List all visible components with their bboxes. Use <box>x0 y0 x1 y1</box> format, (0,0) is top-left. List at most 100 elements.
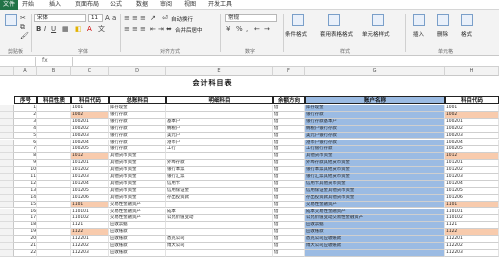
cell-nature[interactable] <box>37 236 71 243</box>
cell-seq[interactable]: 6 <box>14 139 37 147</box>
cell-detail[interactable] <box>166 229 273 237</box>
cell-code[interactable]: 100205 <box>71 146 109 154</box>
cell-nature[interactable] <box>37 187 71 195</box>
cell-code-2[interactable]: 1012 <box>445 153 499 161</box>
row-header[interactable] <box>0 208 14 216</box>
cell-nature[interactable] <box>37 180 71 188</box>
paste-icon[interactable] <box>5 14 17 26</box>
row-header[interactable] <box>0 180 14 188</box>
cell-detail[interactable]: 美元户 <box>166 132 273 140</box>
cell-general[interactable]: 库存现金 <box>109 105 166 112</box>
tab-view[interactable]: 视图 <box>184 0 196 10</box>
align-bottom-icon[interactable]: ≡ <box>140 14 146 22</box>
cell-code[interactable]: 1002 <box>71 111 109 119</box>
row-header[interactable] <box>0 132 14 140</box>
cell-code-2[interactable]: 112203 <box>445 249 499 257</box>
cell-nature[interactable] <box>37 153 71 161</box>
italic-icon[interactable]: I <box>44 25 46 33</box>
delete-cells-icon[interactable] <box>437 14 449 26</box>
font-name-select[interactable]: 宋体 <box>34 14 86 22</box>
cell-general[interactable]: 银行存款 <box>109 146 166 154</box>
cell-direction[interactable]: 借 <box>273 125 305 133</box>
cell-direction[interactable]: 借 <box>273 146 305 154</box>
cell-code-2[interactable]: 100203 <box>445 132 499 140</box>
cell-nature[interactable] <box>37 243 71 250</box>
cell-account-name[interactable]: 信用保证金其他货币资金 <box>305 187 445 195</box>
tab-page-layout[interactable]: 页面布局 <box>75 0 99 10</box>
orientation-icon[interactable]: ↗ <box>150 14 156 22</box>
cell-general[interactable]: 交易性金融资产 <box>109 201 166 209</box>
cell-general[interactable]: 其他货币资金 <box>109 180 166 188</box>
cell-nature[interactable] <box>37 201 71 209</box>
row-header[interactable] <box>0 105 14 112</box>
cell-account-name[interactable]: 港币户银行存款 <box>305 139 445 147</box>
cell-direction[interactable]: 借 <box>273 105 305 112</box>
tab-developer[interactable]: 开发工具 <box>208 0 232 10</box>
wrap-text-icon[interactable]: ⏎ <box>162 14 168 22</box>
column-header-b[interactable]: B <box>37 67 71 76</box>
cell-code[interactable]: 100203 <box>71 132 109 140</box>
decrease-decimal-icon[interactable]: → <box>264 25 270 33</box>
cell-detail[interactable] <box>166 111 273 119</box>
row-header[interactable] <box>0 174 14 181</box>
cell-general[interactable]: 应收账款 <box>109 236 166 243</box>
format-as-table-button[interactable]: 套用表格格式 <box>320 30 353 38</box>
select-all-corner[interactable] <box>0 67 14 76</box>
cell-account-name[interactable]: 悉克公司应收账款 <box>305 236 445 243</box>
comma-style-icon[interactable]: , <box>246 25 248 33</box>
underline-icon[interactable]: U <box>51 25 56 33</box>
cell-nature[interactable] <box>37 132 71 140</box>
grow-font-icon[interactable]: A <box>105 14 110 22</box>
cell-nature[interactable] <box>37 208 71 216</box>
cell-detail[interactable]: 工行 <box>166 146 273 154</box>
column-header-a[interactable]: A <box>14 67 37 76</box>
row-header[interactable] <box>0 187 14 195</box>
cell-seq[interactable]: 5 <box>14 132 37 140</box>
cell-code-2[interactable]: 101204 <box>445 180 499 188</box>
cell-nature[interactable] <box>37 139 71 147</box>
cell-account-name[interactable]: 成本交易性金融资产 <box>305 208 445 216</box>
cell-nature[interactable] <box>37 249 71 257</box>
cell-code-2[interactable]: 110102 <box>445 215 499 223</box>
cell-code[interactable]: 112202 <box>71 243 109 250</box>
cell-account-name[interactable]: 其他货币资金 <box>305 153 445 161</box>
cell-direction[interactable]: 借 <box>273 111 305 119</box>
align-center-icon[interactable]: ≡ <box>132 25 138 33</box>
cell-detail[interactable]: 公允价值变动 <box>166 215 273 223</box>
cell-code[interactable]: 112203 <box>71 249 109 257</box>
cell-general[interactable]: 银行存款 <box>109 132 166 140</box>
cell-direction[interactable]: 借 <box>273 229 305 237</box>
cell-code-2[interactable]: 1001 <box>445 105 499 112</box>
cell-direction[interactable]: 借 <box>273 174 305 181</box>
cell-detail[interactable]: 悉克公司 <box>166 236 273 243</box>
row-header[interactable] <box>0 153 14 161</box>
conditional-format-button[interactable]: 条件格式 <box>285 30 307 38</box>
row-header[interactable] <box>0 194 14 202</box>
format-cells-icon[interactable] <box>461 14 473 26</box>
column-header-h[interactable]: H <box>445 67 499 76</box>
cell-code[interactable]: 101204 <box>71 180 109 188</box>
cell-account-name[interactable]: 外埠存款其他货币资金 <box>305 160 445 168</box>
cell-direction[interactable]: 借 <box>273 132 305 140</box>
cell-detail[interactable]: 港币户 <box>166 139 273 147</box>
column-header-d[interactable]: D <box>109 67 166 76</box>
row-header[interactable] <box>0 243 14 250</box>
format-painter-icon[interactable]: 🖌 <box>20 32 29 40</box>
cell-account-name[interactable]: 银行汇票其他货币资金 <box>305 174 445 181</box>
cell-seq[interactable]: 16 <box>14 208 37 216</box>
row-header[interactable] <box>0 125 14 133</box>
cell-account-name[interactable]: 博大公司应收账款 <box>305 243 445 250</box>
fx-icon[interactable]: fx <box>42 57 48 64</box>
cell-direction[interactable]: 借 <box>273 236 305 243</box>
cell-nature[interactable] <box>37 118 71 126</box>
cell-nature[interactable] <box>37 167 71 174</box>
cell-code-2[interactable]: 1002 <box>445 111 499 119</box>
row-header[interactable] <box>0 118 14 126</box>
cell-nature[interactable] <box>37 105 71 112</box>
cell-seq[interactable]: 15 <box>14 201 37 209</box>
cell-account-name[interactable]: 工行银行存款 <box>305 146 445 154</box>
cell-account-name[interactable]: 银行存款基本户 <box>305 118 445 126</box>
row-header[interactable] <box>0 201 14 209</box>
cell-account-name[interactable] <box>305 249 445 257</box>
cell-account-name[interactable]: 应收票据 <box>305 222 445 230</box>
